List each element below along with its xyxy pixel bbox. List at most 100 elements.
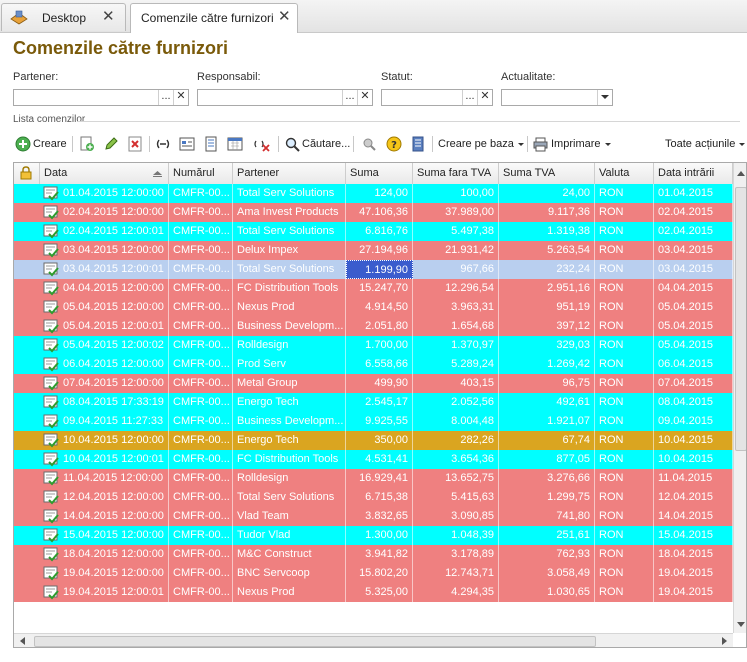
close-icon[interactable]: ✕ — [102, 9, 115, 25]
table-row[interactable]: 05.04.2015 12:00:01 CMFR-00... Business De… — [14, 317, 733, 336]
table-row[interactable]: 10.04.2015 12:00:01 CMFR-00... FC Distribu… — [14, 450, 733, 469]
cell-data: 10.04.2015 12:00:00 — [59, 431, 169, 450]
find-button[interactable] — [361, 133, 377, 155]
table-row[interactable]: 05.04.2015 12:00:02 CMFR-00... Rolldesign 1… — [14, 336, 733, 355]
select-button[interactable]: ... — [342, 90, 357, 105]
copy-button[interactable] — [79, 133, 95, 155]
table-row[interactable]: 03.04.2015 12:00:01 CMFR-00... Total Serv … — [14, 260, 733, 279]
all-actions-button[interactable]: Toate acțiunile — [665, 133, 746, 155]
cell-suma: 6.558,66 — [346, 355, 413, 374]
table-row[interactable]: 12.04.2015 12:00:00 CMFR-00... Total Serv … — [14, 488, 733, 507]
table-row[interactable]: 08.04.2015 17:33:19 CMFR-00... Energo Tech… — [14, 393, 733, 412]
horizontal-scrollbar[interactable] — [14, 633, 733, 647]
section-label: Lista comenzilor — [13, 114, 86, 125]
link-button[interactable] — [155, 133, 171, 155]
table-row[interactable]: 14.04.2015 12:00:00 CMFR-00... Vlad Team 3.… — [14, 507, 733, 526]
responsabil-field[interactable]: ... ✕ — [197, 89, 373, 106]
table-row[interactable]: 07.04.2015 12:00:00 CMFR-00... Metal Group… — [14, 374, 733, 393]
orders-table[interactable]: Data Numărul Partener Suma Suma fara TVA… — [13, 162, 747, 648]
column-header-data[interactable]: Data — [40, 163, 169, 184]
column-header-label: Suma — [350, 167, 379, 179]
partener-input[interactable] — [16, 91, 160, 104]
create-based-button[interactable]: Creare pe baza — [438, 133, 524, 155]
scroll-up-icon[interactable] — [737, 171, 745, 176]
table-row[interactable]: 11.04.2015 12:00:00 CMFR-00... Rolldesign 1… — [14, 469, 733, 488]
statut-input[interactable] — [384, 91, 464, 104]
clear-icon[interactable]: ✕ — [357, 90, 372, 105]
posted-document-icon — [43, 281, 59, 296]
column-header-label: Suma fara TVA — [417, 167, 492, 179]
list-button[interactable] — [203, 133, 219, 155]
cell-data: 02.04.2015 12:00:00 — [59, 203, 169, 222]
cancel-post-button[interactable] — [253, 133, 271, 155]
cell-numar: CMFR-00... — [169, 450, 233, 469]
cell-data-intrarii: 05.04.2015 — [654, 317, 733, 336]
cell-partener: Energo Tech — [233, 431, 346, 450]
posted-document-icon — [43, 414, 59, 429]
table-row[interactable]: 18.04.2015 12:00:00 CMFR-00... M&C Constru… — [14, 545, 733, 564]
cell-valuta: RON — [595, 260, 654, 279]
create-button[interactable]: Creare — [15, 133, 67, 155]
posted-document-icon — [43, 490, 59, 505]
cell-suma: 1.199,90 — [346, 260, 413, 279]
tab-desktop[interactable]: Desktop ✕ — [1, 3, 126, 31]
clear-icon[interactable]: ✕ — [173, 90, 188, 105]
table-row[interactable]: 02.04.2015 12:00:01 CMFR-00... Total Serv … — [14, 222, 733, 241]
form-button[interactable] — [179, 133, 195, 155]
table-row[interactable]: 04.04.2015 12:00:00 CMFR-00... FC Distribu… — [14, 279, 733, 298]
clear-icon[interactable]: ✕ — [477, 90, 492, 105]
column-header-suma-fara-tva[interactable]: Suma fara TVA — [413, 163, 499, 184]
table-row[interactable]: 10.04.2015 12:00:00 CMFR-00... Energo Tech… — [14, 431, 733, 450]
actualitate-input[interactable] — [504, 91, 596, 104]
cell-suma: 6.715,38 — [346, 488, 413, 507]
table-row[interactable]: 05.04.2015 12:00:00 CMFR-00... Nexus Prod 4… — [14, 298, 733, 317]
scroll-left-icon[interactable] — [20, 637, 25, 645]
column-header-suma-tva[interactable]: Suma TVA — [499, 163, 595, 184]
actualitate-select[interactable] — [501, 89, 613, 106]
select-button[interactable]: ... — [462, 90, 477, 105]
table-row[interactable]: 09.04.2015 11:27:33 CMFR-00... Business De… — [14, 412, 733, 431]
cell-suma-tva: 9.117,36 — [499, 203, 595, 222]
cell-partener: Metal Group — [233, 374, 346, 393]
help-button[interactable]: ? — [386, 133, 402, 155]
search-button[interactable]: Căutare... — [285, 133, 350, 155]
column-header-numarul[interactable]: Numărul — [169, 163, 233, 184]
cell-data-intrarii: 03.04.2015 — [654, 260, 733, 279]
cell-valuta: RON — [595, 203, 654, 222]
table-row[interactable]: 03.04.2015 12:00:00 CMFR-00... Delux Impex… — [14, 241, 733, 260]
scroll-thumb[interactable] — [735, 187, 746, 451]
table-row[interactable]: 19.04.2015 12:00:00 CMFR-00... BNC Servcoo… — [14, 564, 733, 583]
tab-comenzile[interactable]: Comenzile către furnizori ✕ — [130, 3, 298, 33]
cell-suma: 1.300,00 — [346, 526, 413, 545]
chevron-down-icon[interactable] — [597, 90, 612, 105]
vertical-scrollbar[interactable] — [733, 163, 746, 633]
responsabil-input[interactable] — [200, 91, 344, 104]
column-header-partener[interactable]: Partener — [233, 163, 346, 184]
scroll-right-icon[interactable] — [722, 637, 727, 645]
scroll-down-icon[interactable] — [737, 622, 745, 627]
table-row[interactable]: 19.04.2015 12:00:01 CMFR-00... Nexus Prod 5… — [14, 583, 733, 602]
cell-suma-tva: 1.299,75 — [499, 488, 595, 507]
posted-document-icon — [43, 300, 59, 315]
print-button[interactable]: Imprimare — [533, 133, 611, 155]
partener-field[interactable]: ... ✕ — [13, 89, 189, 106]
table-row[interactable]: 06.04.2015 12:00:00 CMFR-00... Prod Serv 6.… — [14, 355, 733, 374]
delete-button[interactable] — [127, 133, 143, 155]
table-row[interactable]: 01.04.2015 12:00:00 CMFR-00... Total Serv … — [14, 184, 733, 203]
cell-suma-fara-tva: 4.294,35 — [413, 583, 499, 602]
statut-field[interactable]: ... ✕ — [381, 89, 493, 106]
lock-column-header[interactable] — [14, 163, 40, 184]
table-row[interactable]: 02.04.2015 12:00:00 CMFR-00... Ama Invest … — [14, 203, 733, 222]
column-header-data-intrarii[interactable]: Data intrării — [654, 163, 733, 184]
posted-document-icon — [43, 585, 59, 600]
cell-data: 08.04.2015 17:33:19 — [59, 393, 169, 412]
column-header-suma[interactable]: Suma — [346, 163, 413, 184]
table-row[interactable]: 15.04.2015 12:00:00 CMFR-00... Tudor Vlad 1… — [14, 526, 733, 545]
edit-button[interactable] — [103, 133, 119, 155]
close-icon[interactable]: ✕ — [278, 9, 291, 25]
scroll-thumb[interactable] — [34, 636, 596, 647]
report-button[interactable] — [411, 133, 425, 155]
calendar-button[interactable] — [227, 133, 243, 155]
select-button[interactable]: ... — [158, 90, 173, 105]
column-header-valuta[interactable]: Valuta — [595, 163, 654, 184]
